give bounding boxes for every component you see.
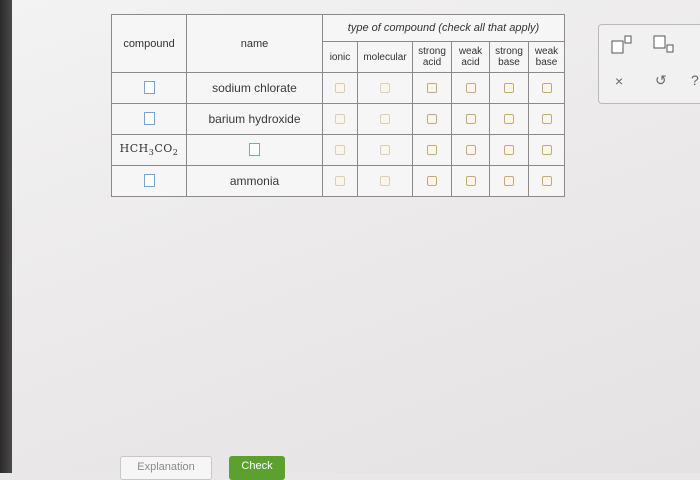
ionic-checkbox[interactable] — [335, 144, 345, 155]
strong-base-checkbox[interactable] — [504, 113, 514, 124]
name-cell: ammonia — [186, 165, 323, 197]
header-compound: compound — [111, 14, 187, 73]
weak-acid-checkbox[interactable] — [465, 175, 476, 186]
assignment-page: compound name type of compound (check al… — [12, 0, 700, 480]
compound-cell — [111, 103, 187, 135]
monitor-bezel — [0, 0, 12, 473]
answer-tools-panel: × ↺ ? — [598, 24, 700, 104]
header-strong-base: strong base — [489, 41, 529, 73]
header-weak-acid: weak acid — [451, 41, 490, 73]
clear-icon[interactable]: × — [615, 73, 623, 89]
strong-acid-checkbox[interactable] — [427, 144, 437, 155]
header-weak-acid-line1: weak — [458, 46, 483, 57]
header-molecular: molecular — [357, 41, 413, 73]
molecular-checkbox[interactable] — [380, 113, 390, 124]
molecular-checkbox[interactable] — [380, 175, 390, 186]
compound-formula: HCH3CO2 — [111, 134, 187, 166]
compound-cell — [111, 165, 187, 197]
header-strong-base-line1: strong — [495, 46, 523, 57]
weak-base-checkbox[interactable] — [541, 113, 552, 124]
header-weak-acid-line2: acid — [461, 57, 480, 68]
superscript-box-icon[interactable] — [611, 35, 633, 60]
compound-input[interactable] — [143, 174, 155, 188]
header-type-of-compound: type of compound (check all that apply) — [322, 14, 565, 42]
compound-cell — [111, 72, 187, 104]
molecular-checkbox[interactable] — [380, 144, 390, 155]
header-ionic: ionic — [322, 41, 358, 73]
weak-base-checkbox[interactable] — [541, 144, 552, 155]
strong-base-checkbox[interactable] — [504, 144, 514, 155]
header-weak-base: weak base — [528, 41, 565, 73]
explanation-button[interactable]: Explanation — [120, 456, 212, 480]
table-row: sodium chlorate — [111, 72, 565, 104]
strong-acid-checkbox[interactable] — [427, 82, 437, 93]
ionic-checkbox[interactable] — [335, 175, 345, 186]
strong-acid-checkbox[interactable] — [427, 113, 437, 124]
compound-input[interactable] — [143, 81, 155, 95]
weak-acid-checkbox[interactable] — [465, 144, 476, 155]
ionic-checkbox[interactable] — [335, 82, 345, 93]
strong-acid-checkbox[interactable] — [427, 175, 437, 186]
name-cell: barium hydroxide — [186, 103, 323, 135]
table-row: barium hydroxide — [111, 103, 565, 135]
name-input[interactable] — [249, 143, 260, 157]
compound-input[interactable] — [143, 112, 155, 126]
help-icon[interactable]: ? — [691, 72, 699, 88]
header-name: name — [186, 14, 323, 73]
compound-classification-table: compound name type of compound (check al… — [111, 14, 565, 197]
ionic-checkbox[interactable] — [335, 113, 345, 124]
molecular-checkbox[interactable] — [380, 82, 390, 93]
header-strong-acid-line1: strong — [418, 46, 446, 57]
name-cell: sodium chlorate — [186, 72, 323, 104]
strong-base-checkbox[interactable] — [504, 82, 514, 93]
check-button[interactable]: Check — [229, 456, 285, 480]
header-strong-base-line2: base — [498, 57, 520, 68]
table-row: HCH3CO2 — [111, 134, 565, 166]
name-cell — [186, 134, 323, 166]
header-strong-acid-line2: acid — [422, 57, 442, 68]
table-row: ammonia — [111, 165, 565, 197]
header-weak-base-line2: base — [535, 57, 558, 68]
header-weak-base-line1: weak — [534, 46, 559, 57]
strong-base-checkbox[interactable] — [504, 175, 514, 186]
weak-acid-checkbox[interactable] — [465, 113, 476, 124]
weak-base-checkbox[interactable] — [541, 82, 552, 93]
subscript-box-icon[interactable] — [653, 35, 675, 60]
weak-acid-checkbox[interactable] — [465, 82, 476, 93]
weak-base-checkbox[interactable] — [541, 175, 552, 186]
header-strong-acid: strong acid — [412, 41, 452, 73]
undo-icon[interactable]: ↺ — [655, 72, 667, 89]
